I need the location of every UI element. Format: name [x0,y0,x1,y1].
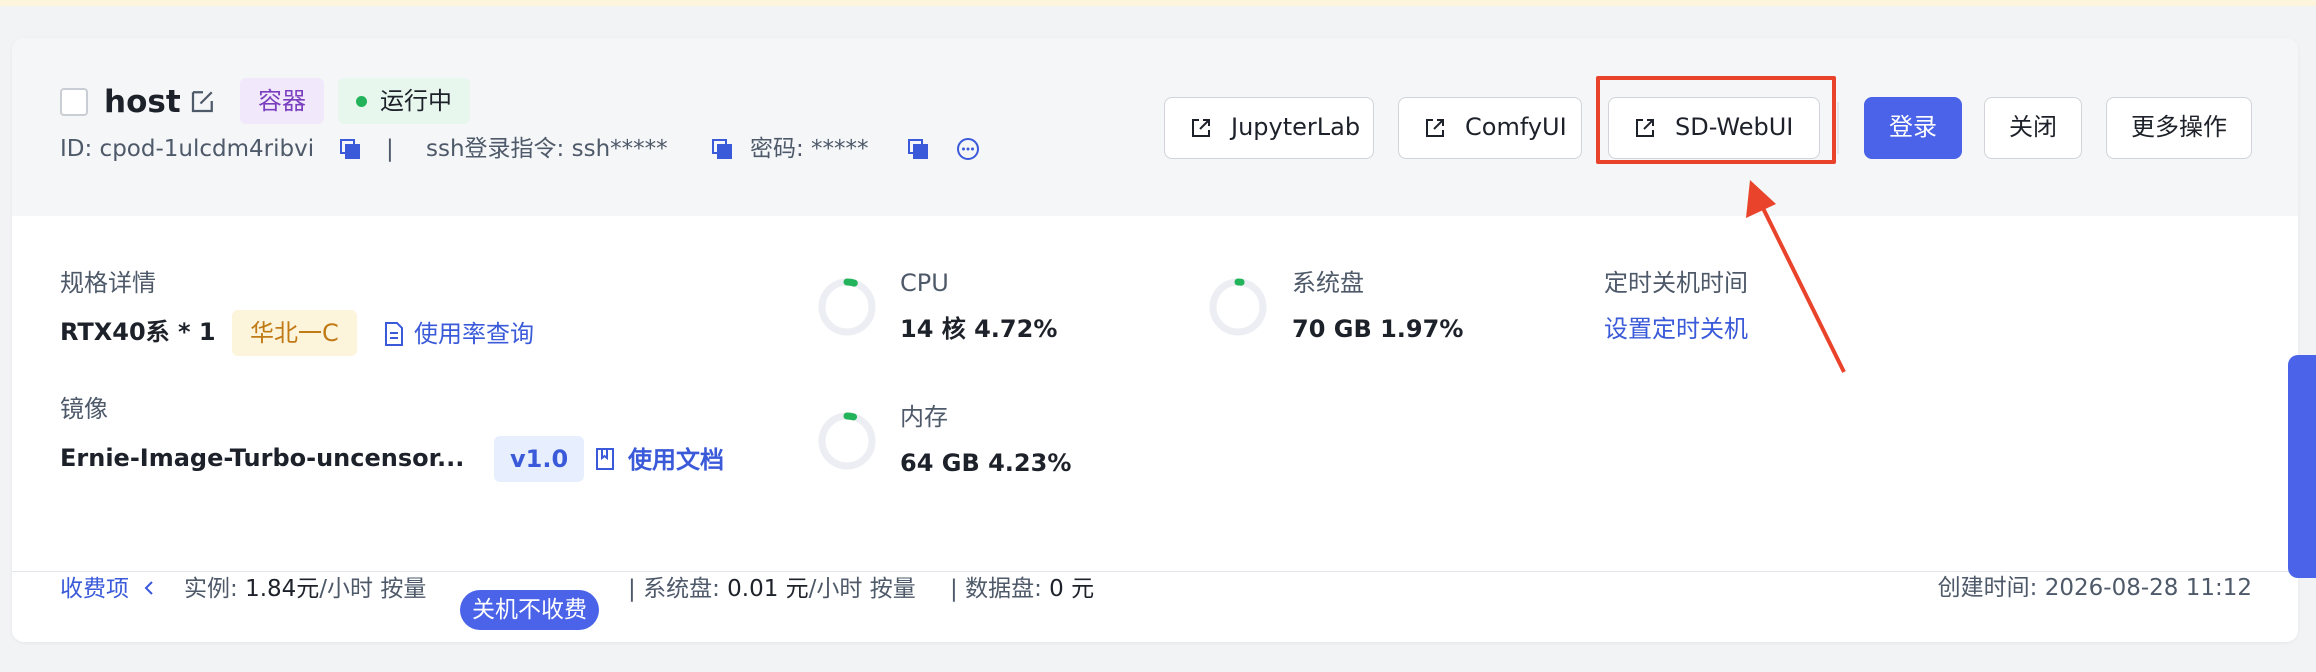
instance-id: ID: cpod-1ulcdm4ribvi [60,136,315,162]
more-ellipsis-icon[interactable] [956,137,980,161]
status-text: 运行中 [380,87,452,115]
button-divider [1837,102,1839,154]
login-button[interactable]: 登录 [1864,97,1962,159]
chevron-left-icon [144,581,154,595]
sysdisk-fee: | 系统盘: 0.01 元/小时 按量 [628,576,916,602]
more-actions-button[interactable]: 更多操作 [2106,97,2252,159]
disk-usage-ring [1209,278,1267,336]
set-shutdown-link[interactable]: 设置定时关机 [1604,314,1748,344]
status-dot-icon [356,96,367,107]
datadisk-fee: | 数据盘: 0 元 [950,576,1095,602]
card-body [12,216,2298,572]
usage-query-link[interactable]: 使用率查询 [414,319,534,349]
cpu-usage-ring [818,278,876,336]
comfyui-button[interactable]: ComfyUI [1398,97,1582,159]
copy-ssh-icon[interactable] [710,137,734,161]
instance-name: host [104,84,181,120]
book-icon [596,448,614,470]
instance-card: host 容器 运行中 ID: cpod-1ulcdm4ribvi | ssh登… [12,38,2298,642]
memory-label: 内存 [900,403,948,431]
cpu-value: 14 核 4.72% [900,315,1058,343]
cpu-label: CPU [900,269,949,297]
disk-label: 系统盘 [1292,269,1364,297]
external-link-icon [1192,119,1210,137]
spec-label: 规格详情 [60,269,156,297]
usage-doc-link[interactable]: 使用文档 [628,445,724,475]
edit-icon[interactable] [188,86,218,116]
status-badge: 运行中 [338,78,470,124]
meta-separator: | [386,136,394,162]
instance-fee: 实例: 1.84元/小时 按量 [184,576,427,602]
external-link-icon [1426,119,1444,137]
memory-value: 64 GB 4.23% [900,449,1072,477]
annotation-arrow [1746,180,1846,373]
gpu-spec: RTX40系 * 1 [60,318,216,346]
version-tag: v1.0 [494,436,585,482]
jupyterlab-button[interactable]: JupyterLab [1164,97,1374,159]
fee-toggle[interactable]: 收费项 [60,574,156,604]
document-icon [385,322,403,346]
disk-value: 70 GB 1.97% [1292,315,1464,343]
region-tag: 华北一C [232,310,357,356]
copy-password-icon[interactable] [906,137,930,161]
ssh-command: ssh登录指令: ssh***** [426,136,668,162]
highlight-box [1596,76,1836,164]
close-button[interactable]: 关闭 [1984,97,2082,159]
image-name: Ernie-Image-Turbo-uncensor... [60,444,465,472]
side-float-tab[interactable] [2288,355,2316,578]
type-tag: 容器 [240,78,324,124]
image-label: 镜像 [60,395,108,423]
created-time: 创建时间: 2026-08-28 11:12 [1937,575,2252,601]
free-when-off-badge: 关机不收费 [460,590,599,630]
select-checkbox[interactable] [60,88,88,116]
password: 密码: ***** [750,136,869,162]
copy-id-icon[interactable] [338,137,362,161]
memory-usage-ring [818,412,876,470]
top-notice-strip [0,0,2316,6]
shutdown-label: 定时关机时间 [1604,269,1748,297]
